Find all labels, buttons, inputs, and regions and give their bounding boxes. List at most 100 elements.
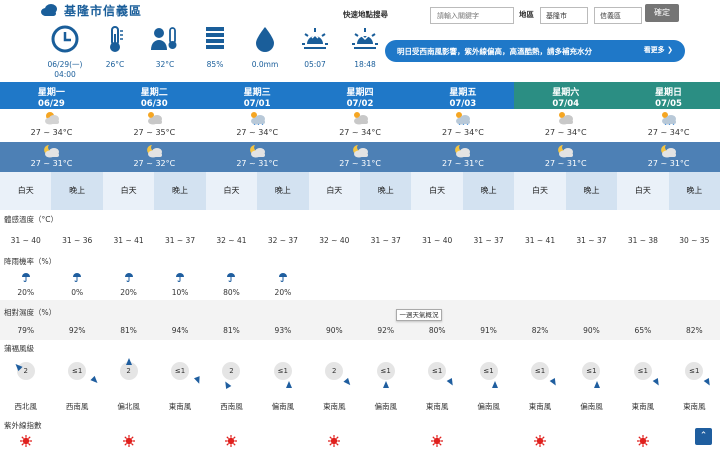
wind-level-badge: ≤1 [633, 362, 652, 380]
day-temperature: 27 ~ 34°C [339, 128, 381, 137]
thermometer-icon [100, 24, 130, 54]
humidity-value: 82% [685, 326, 703, 335]
wind-level-badge: ≤1 [531, 362, 549, 380]
scroll-top-button[interactable]: ⌃ [695, 428, 712, 445]
nighttime-forecast-row: 27 ~ 31°C 27 ~ 32°C 27 ~ 31°C 27 ~ 31°C 27 ~… [0, 142, 720, 172]
apparent-temp-value: 31 ~ 41 [524, 236, 556, 245]
day-label: 白天 [308, 172, 361, 210]
humidity-icon [200, 24, 230, 54]
moon-cloud-icon [659, 144, 679, 158]
uv-sun-icon [19, 435, 32, 447]
observation-item: 06/29(一) 04:00 [40, 22, 90, 80]
wind-level-badge: ≤1 [376, 362, 395, 380]
daytime-forecast-row: 27 ~ 34°C 27 ~ 35°C 27 ~ 34°C 27 ~ 34°C 27 ~… [0, 109, 720, 142]
rain-probability-value: 10% [171, 288, 189, 297]
sunset-icon [350, 24, 380, 54]
humidity-value: 81% [223, 326, 240, 335]
moon-cloud-icon [42, 144, 62, 158]
apparent-temp-value: 30 ~ 35 [679, 236, 710, 245]
day-temperature: 27 ~ 35°C [133, 128, 176, 137]
apparent-temp-value: 32 ~ 37 [267, 236, 298, 245]
cloudy-icon [351, 111, 371, 125]
rain-probability-value: 20% [274, 288, 292, 297]
date-label: 07/04 [552, 99, 580, 109]
night-weather-cell: 27 ~ 31°C [206, 142, 309, 172]
location-title-row: 基隆市信義區 [40, 2, 142, 18]
district-select[interactable]: 信義區 [594, 7, 642, 24]
cloudy-icon [145, 111, 165, 125]
shower-icon [453, 111, 473, 126]
observation-item: 0.0mm [240, 22, 290, 80]
quick-search: 快速地點搜尋 地區 基隆市 信義區 確定 [343, 4, 713, 24]
see-more-link[interactable]: 看更多 ❯ [644, 45, 673, 55]
search-input[interactable] [430, 7, 514, 24]
observation-item: 18:48 [340, 22, 390, 80]
night-label: 晚上 [257, 172, 309, 210]
date-label: 07/01 [243, 99, 271, 109]
humidity-value: 94% [171, 326, 189, 335]
weekday-label: 星期五 [449, 88, 477, 98]
day-temperature: 27 ~ 34°C [442, 128, 484, 137]
night-temperature: 27 ~ 32°C [133, 159, 176, 168]
uv-sun-icon [225, 435, 238, 447]
rain-probability-value: 80% [223, 288, 240, 297]
day-weather-cell: 27 ~ 34°C [617, 109, 720, 142]
wind-direction-text: 東南風 [528, 402, 552, 411]
night-temperature: 27 ~ 31°C [236, 159, 279, 168]
day-label: 白天 [205, 172, 258, 210]
night-temperature: 27 ~ 31°C [339, 159, 381, 168]
wind-direction-arrow-icon [594, 381, 601, 388]
uv-sun-icon [328, 435, 341, 447]
moon-cloud-icon [556, 144, 576, 158]
day-header: 星期二 06/30 [102, 82, 206, 109]
weekday-label: 星期日 [655, 88, 683, 98]
wind-direction-arrow-icon [285, 381, 292, 388]
humidity-value: 90% [325, 326, 343, 335]
date-label: 07/02 [346, 99, 374, 109]
wind-direction-text: 偏北風 [117, 402, 140, 411]
weather-notice-banner[interactable]: 明日受西南風影響，紫外線偏高，高溫酷熱，請多補充水分 看更多 ❯ [385, 40, 685, 62]
rain-probability-label: 降雨機率（%） [4, 257, 57, 266]
rain-drop-icon [250, 24, 280, 54]
apparent-temp-value: 32 ~ 40 [319, 236, 350, 245]
wind-direction-text: 東南風 [631, 402, 655, 411]
night-weather-cell: 27 ~ 31°C [411, 142, 514, 172]
day-weather-cell: 27 ~ 34°C [309, 109, 412, 142]
humidity-value: 82% [531, 326, 549, 335]
day-temperature: 27 ~ 34°C [647, 128, 690, 137]
wind-direction-text: 偏南風 [374, 402, 398, 411]
uv-index-label: 紫外線指數 [4, 421, 42, 430]
wind-level-badge: ≤1 [171, 362, 189, 380]
humidity-value: 80% [428, 326, 446, 335]
night-label: 晚上 [462, 172, 515, 210]
humidity-label: 相對濕度（%） [4, 308, 57, 317]
humidity-value: 92% [68, 326, 86, 335]
day-night-labels-row: 白天 晚上 白天 晚上 白天 晚上 白天 晚上 白天 晚上 白天 晚上 白天 晚上 [0, 172, 720, 210]
day-header: 星期四 07/02 [308, 82, 412, 109]
clock-icon [50, 24, 80, 54]
day-label: 白天 [102, 172, 155, 210]
moon-cloud-icon [351, 144, 371, 158]
humidity-value: 79% [17, 326, 35, 335]
wind-direction-text: 東南風 [683, 402, 706, 411]
rain-probability-value: 0% [71, 288, 84, 297]
humidity-value: 81% [120, 326, 137, 335]
date-label: 06/29 [38, 99, 65, 109]
wind-direction-arrow-icon [382, 381, 389, 388]
header: 基隆市信義區 06/29(一) 04:00 26°C 32°C 85% 0.0mm 05:… [0, 0, 720, 82]
day-weather-cell: 27 ~ 35°C [103, 109, 206, 142]
day-label: 白天 [0, 172, 52, 210]
section-background [0, 210, 720, 252]
apparent-temp-value: 31 ~ 37 [473, 236, 504, 245]
apparent-temp-value: 32 ~ 41 [216, 236, 247, 245]
moon-cloud-icon [248, 144, 268, 158]
weekday-label: 星期六 [552, 88, 580, 98]
city-select[interactable]: 基隆市 [540, 7, 588, 24]
night-label: 晚上 [154, 172, 206, 210]
sunny-cloud-icon [42, 111, 62, 125]
day-temperature: 27 ~ 34°C [30, 128, 73, 137]
confirm-button[interactable]: 確定 [645, 4, 679, 22]
observation-value: 18:48 [354, 60, 376, 69]
date-label: 06/30 [140, 99, 168, 109]
moon-cloud-icon [145, 144, 165, 158]
